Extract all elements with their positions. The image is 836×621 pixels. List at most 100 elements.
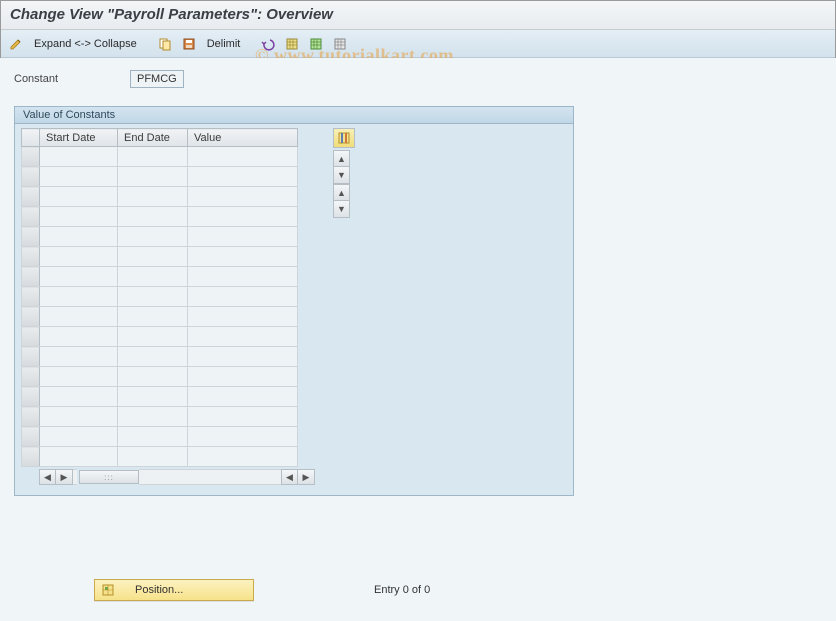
table-row[interactable] — [22, 307, 298, 327]
cell-end-date[interactable] — [118, 247, 188, 267]
cell-value[interactable] — [188, 247, 298, 267]
table-row[interactable] — [22, 267, 298, 287]
row-selector-header[interactable] — [22, 129, 40, 147]
cell-end-date[interactable] — [118, 287, 188, 307]
table-row[interactable] — [22, 147, 298, 167]
cell-value[interactable] — [188, 447, 298, 467]
scroll-left-icon[interactable]: ◀ — [39, 469, 56, 485]
deselect-all-icon[interactable] — [332, 36, 348, 52]
cell-end-date[interactable] — [118, 327, 188, 347]
constant-value[interactable]: PFMCG — [130, 70, 184, 88]
table-row[interactable] — [22, 347, 298, 367]
cell-start-date[interactable] — [40, 347, 118, 367]
row-selector[interactable] — [22, 267, 40, 287]
change-icon[interactable] — [8, 36, 24, 52]
cell-start-date[interactable] — [40, 387, 118, 407]
col-value[interactable]: Value — [188, 129, 298, 147]
cell-end-date[interactable] — [118, 387, 188, 407]
cell-value[interactable] — [188, 387, 298, 407]
cell-end-date[interactable] — [118, 407, 188, 427]
cell-start-date[interactable] — [40, 367, 118, 387]
cell-value[interactable] — [188, 187, 298, 207]
cell-start-date[interactable] — [40, 267, 118, 287]
cell-start-date[interactable] — [40, 147, 118, 167]
row-selector[interactable] — [22, 327, 40, 347]
copy-icon[interactable] — [157, 36, 173, 52]
cell-start-date[interactable] — [40, 287, 118, 307]
cell-end-date[interactable] — [118, 307, 188, 327]
cell-value[interactable] — [188, 227, 298, 247]
delimit-button[interactable]: Delimit — [205, 36, 243, 52]
undo-icon[interactable] — [260, 36, 276, 52]
table-row[interactable] — [22, 167, 298, 187]
row-selector[interactable] — [22, 247, 40, 267]
cell-end-date[interactable] — [118, 427, 188, 447]
cell-value[interactable] — [188, 307, 298, 327]
row-selector[interactable] — [22, 447, 40, 467]
cell-end-date[interactable] — [118, 167, 188, 187]
row-selector[interactable] — [22, 207, 40, 227]
cell-end-date[interactable] — [118, 147, 188, 167]
row-selector[interactable] — [22, 367, 40, 387]
cell-start-date[interactable] — [40, 207, 118, 227]
cell-end-date[interactable] — [118, 447, 188, 467]
cell-end-date[interactable] — [118, 207, 188, 227]
row-selector[interactable] — [22, 387, 40, 407]
hscroll-thumb[interactable]: ::: — [79, 470, 139, 484]
cell-start-date[interactable] — [40, 227, 118, 247]
row-selector[interactable] — [22, 407, 40, 427]
table-row[interactable] — [22, 367, 298, 387]
cell-value[interactable] — [188, 327, 298, 347]
row-selector[interactable] — [22, 187, 40, 207]
cell-value[interactable] — [188, 407, 298, 427]
table-row[interactable] — [22, 407, 298, 427]
scroll-left-step-icon[interactable]: ◀ — [281, 469, 298, 485]
table-row[interactable] — [22, 207, 298, 227]
cell-value[interactable] — [188, 367, 298, 387]
expand-collapse-button[interactable]: Expand <-> Collapse — [32, 36, 139, 52]
table-config-icon[interactable] — [333, 128, 355, 148]
cell-end-date[interactable] — [118, 227, 188, 247]
cell-start-date[interactable] — [40, 447, 118, 467]
scroll-up-icon[interactable]: ▲ — [333, 150, 350, 167]
select-block-icon[interactable] — [308, 36, 324, 52]
cell-value[interactable] — [188, 207, 298, 227]
cell-start-date[interactable] — [40, 327, 118, 347]
row-selector[interactable] — [22, 347, 40, 367]
cell-start-date[interactable] — [40, 247, 118, 267]
cell-value[interactable] — [188, 347, 298, 367]
table-row[interactable] — [22, 427, 298, 447]
scroll-right-icon[interactable]: ▶ — [298, 469, 315, 485]
cell-start-date[interactable] — [40, 427, 118, 447]
row-selector[interactable] — [22, 307, 40, 327]
cell-end-date[interactable] — [118, 347, 188, 367]
row-selector[interactable] — [22, 167, 40, 187]
cell-end-date[interactable] — [118, 267, 188, 287]
scroll-up-step-icon[interactable]: ▲ — [333, 184, 350, 201]
row-selector[interactable] — [22, 427, 40, 447]
scroll-down-icon[interactable]: ▼ — [333, 201, 350, 218]
table-row[interactable] — [22, 447, 298, 467]
table-row[interactable] — [22, 387, 298, 407]
col-end-date[interactable]: End Date — [118, 129, 188, 147]
cell-start-date[interactable] — [40, 187, 118, 207]
row-selector[interactable] — [22, 227, 40, 247]
table-row[interactable] — [22, 247, 298, 267]
table-row[interactable] — [22, 287, 298, 307]
col-start-date[interactable]: Start Date — [40, 129, 118, 147]
scroll-right-step-icon[interactable]: ▶ — [56, 469, 73, 485]
cell-end-date[interactable] — [118, 367, 188, 387]
save-icon[interactable] — [181, 36, 197, 52]
table-row[interactable] — [22, 187, 298, 207]
row-selector[interactable] — [22, 147, 40, 167]
cell-start-date[interactable] — [40, 407, 118, 427]
horizontal-scrollbar[interactable]: ◀ ▶ ::: ◀ ▶ — [21, 469, 355, 485]
scroll-down-step-icon[interactable]: ▼ — [333, 167, 350, 184]
cell-value[interactable] — [188, 147, 298, 167]
cell-value[interactable] — [188, 427, 298, 447]
cell-end-date[interactable] — [118, 187, 188, 207]
select-all-icon[interactable] — [284, 36, 300, 52]
cell-start-date[interactable] — [40, 167, 118, 187]
cell-start-date[interactable] — [40, 307, 118, 327]
cell-value[interactable] — [188, 267, 298, 287]
